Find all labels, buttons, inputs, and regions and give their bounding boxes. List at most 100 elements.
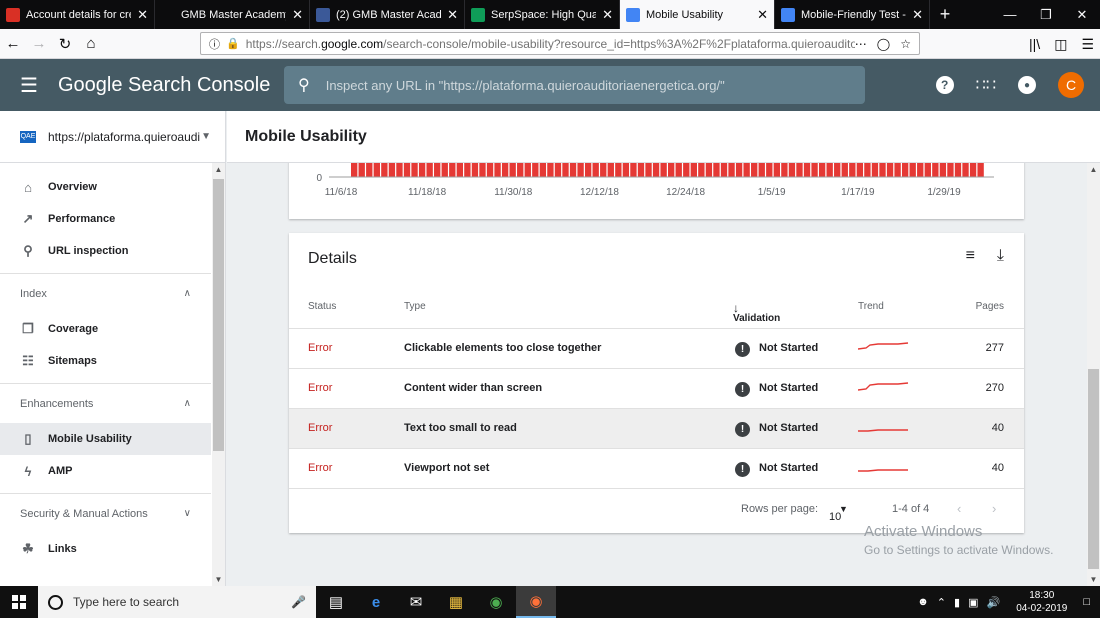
browser-tab[interactable]: GMB Master Academy (Mon ✕ bbox=[155, 0, 310, 29]
next-page-icon[interactable]: › bbox=[992, 501, 996, 516]
close-tab-icon[interactable]: ✕ bbox=[912, 7, 923, 23]
details-title: Details bbox=[308, 250, 357, 267]
microphone-icon[interactable]: 🎤 bbox=[291, 595, 306, 609]
browser-tab[interactable]: (2) GMB Master Academ ✕ bbox=[310, 0, 465, 29]
battery-icon[interactable]: ▮ bbox=[954, 596, 960, 609]
activate-windows-title: Activate Windows bbox=[864, 523, 983, 540]
reload-icon[interactable]: ↻ bbox=[52, 31, 78, 57]
chart-x-tick: 1/29/19 bbox=[927, 187, 961, 198]
close-tab-icon[interactable]: ✕ bbox=[447, 7, 458, 23]
hamburger-menu-icon[interactable]: ☰ bbox=[0, 73, 58, 98]
main-scrollbar[interactable]: ▲ ▼ bbox=[1087, 163, 1100, 586]
chart-x-tick: 12/12/18 bbox=[580, 187, 619, 198]
url-inspect-search[interactable]: ⚲ Inspect any URL in "https://plataforma… bbox=[284, 66, 865, 104]
table-row[interactable]: Error Clickable elements too close togeth… bbox=[289, 329, 1024, 369]
sidebar-item-sitemaps[interactable]: ☷ Sitemaps bbox=[0, 345, 211, 377]
col-type[interactable]: Type bbox=[404, 301, 426, 312]
browser-tab[interactable]: SerpSpace: High Quality ✕ bbox=[465, 0, 620, 29]
section-label: Security & Manual Actions bbox=[20, 507, 148, 520]
scroll-up-icon[interactable]: ▲ bbox=[212, 165, 225, 174]
table-row[interactable]: Error Text too small to read! Not Started 4… bbox=[289, 409, 1024, 449]
sidebar-item-label: Overview bbox=[48, 181, 97, 193]
apps-grid-icon[interactable]: ∷∷ bbox=[976, 75, 996, 95]
edge-icon[interactable]: e bbox=[356, 586, 396, 618]
table-row[interactable]: Error Viewport not set! Not Started 40 bbox=[289, 449, 1024, 489]
sidebar-item-amp[interactable]: ϟ AMP bbox=[0, 455, 211, 487]
home-icon[interactable]: ⌂ bbox=[78, 31, 104, 57]
browser-tab[interactable]: Mobile-Friendly Test - Go ✕ bbox=[775, 0, 930, 29]
menu-icon[interactable]: ☰ bbox=[1081, 36, 1094, 53]
taskbar-search[interactable]: Type here to search 🎤 bbox=[38, 586, 316, 618]
section-index[interactable]: Index ∧ bbox=[0, 273, 211, 313]
url-bar[interactable]: ⓘ 🔒 https://search.google.com/search-con… bbox=[200, 32, 920, 55]
browser-tab[interactable]: Mobile Usability ✕ bbox=[620, 0, 775, 29]
help-icon[interactable]: ? bbox=[935, 76, 954, 94]
avatar[interactable]: C bbox=[1058, 72, 1084, 98]
clock-time: 18:30 bbox=[1029, 590, 1055, 601]
filter-icon[interactable]: ≡ bbox=[966, 247, 975, 265]
row-pages: 277 bbox=[985, 342, 1004, 354]
sidebar-item-overview[interactable]: ⌂ Overview bbox=[0, 171, 211, 203]
property-selector[interactable]: QAE https://plataforma.quieroaudi... ▼ bbox=[0, 111, 225, 163]
close-tab-icon[interactable]: ✕ bbox=[602, 7, 613, 23]
rows-per-page-select[interactable]: 10 ▼ bbox=[829, 503, 848, 523]
sidebar-toggle-icon[interactable]: ◫ bbox=[1054, 36, 1067, 53]
main-scroll-thumb[interactable] bbox=[1088, 369, 1099, 569]
browser-tab-title: Account details for creve bbox=[26, 8, 131, 21]
chevron-down-icon: ∨ bbox=[183, 508, 191, 519]
clock[interactable]: 18:30 04-02-2019 bbox=[1016, 589, 1067, 615]
sidebar-item-url-inspection[interactable]: ⚲ URL inspection bbox=[0, 235, 211, 267]
col-status[interactable]: Status bbox=[308, 301, 336, 312]
minimize-icon[interactable]: — bbox=[992, 0, 1028, 29]
sidebar-item-mobile-usability[interactable]: ▯ Mobile Usability bbox=[0, 423, 211, 455]
page-actions-icon[interactable]: ⋯ bbox=[855, 37, 867, 51]
alert-icon: ! bbox=[735, 462, 750, 477]
start-button[interactable] bbox=[0, 586, 38, 618]
app-brand[interactable]: Google Search Console bbox=[58, 74, 283, 97]
new-tab-icon[interactable]: + bbox=[930, 0, 960, 29]
caret-down-icon: ▼ bbox=[201, 131, 211, 142]
task-view-icon[interactable]: ▤ bbox=[316, 586, 356, 618]
back-icon[interactable]: ← bbox=[0, 31, 26, 57]
row-type: Text too small to read bbox=[404, 422, 517, 434]
notifications-icon[interactable]: ● bbox=[1018, 76, 1036, 94]
volume-icon[interactable]: 🔊 bbox=[986, 596, 1000, 609]
scroll-up-icon[interactable]: ▲ bbox=[1087, 165, 1100, 174]
download-icon[interactable]: ⤓ bbox=[997, 247, 1004, 265]
section-security[interactable]: Security & Manual Actions ∨ bbox=[0, 493, 211, 533]
file-explorer-icon[interactable]: ▦ bbox=[436, 586, 476, 618]
sidebar-item-performance[interactable]: ↗ Performance bbox=[0, 203, 211, 235]
close-tab-icon[interactable]: ✕ bbox=[757, 7, 768, 23]
scroll-down-icon[interactable]: ▼ bbox=[212, 575, 225, 584]
close-window-icon[interactable]: ✕ bbox=[1064, 0, 1100, 29]
browser-tab[interactable]: Account details for creve ✕ bbox=[0, 0, 155, 29]
prev-page-icon[interactable]: ‹ bbox=[957, 501, 961, 516]
bookmark-star-icon[interactable]: ☆ bbox=[900, 37, 911, 51]
network-icon[interactable]: ▣ bbox=[968, 596, 978, 609]
alert-icon: ! bbox=[735, 342, 750, 357]
tray-expand-icon[interactable]: ⌃ bbox=[937, 596, 946, 609]
info-icon[interactable]: ⓘ bbox=[209, 36, 220, 52]
sidebar-item-coverage[interactable]: ❐ Coverage bbox=[0, 313, 211, 345]
col-pages[interactable]: Pages bbox=[976, 301, 1004, 312]
sidebar-item-links[interactable]: ☘ Links bbox=[0, 533, 211, 565]
mail-icon[interactable]: ✉ bbox=[396, 586, 436, 618]
close-tab-icon[interactable]: ✕ bbox=[137, 7, 148, 23]
section-enhancements[interactable]: Enhancements ∧ bbox=[0, 383, 211, 423]
chrome-icon[interactable]: ◉ bbox=[476, 586, 516, 618]
forward-icon[interactable]: → bbox=[26, 31, 52, 57]
close-tab-icon[interactable]: ✕ bbox=[292, 7, 303, 23]
pocket-icon[interactable]: ◯ bbox=[877, 37, 890, 51]
pagination: Rows per page: 10 ▼ 1-4 of 4 ‹ › bbox=[289, 495, 1024, 525]
scroll-down-icon[interactable]: ▼ bbox=[1087, 575, 1100, 584]
people-icon[interactable]: ☻ bbox=[917, 596, 929, 608]
links-icon: ☘ bbox=[22, 541, 34, 556]
restore-icon[interactable]: ❐ bbox=[1028, 0, 1064, 29]
table-row[interactable]: Error Content wider than screen! Not Start… bbox=[289, 369, 1024, 409]
col-validation[interactable]: Validation ↓ bbox=[733, 301, 780, 324]
sidebar-scrollbar[interactable]: ▲ ▼ bbox=[212, 163, 225, 586]
firefox-icon[interactable]: ◉ bbox=[516, 586, 556, 618]
action-center-icon[interactable]: □ bbox=[1083, 596, 1090, 608]
sidebar-scroll-thumb[interactable] bbox=[213, 179, 224, 451]
library-icon[interactable]: ||\ bbox=[1029, 36, 1040, 52]
